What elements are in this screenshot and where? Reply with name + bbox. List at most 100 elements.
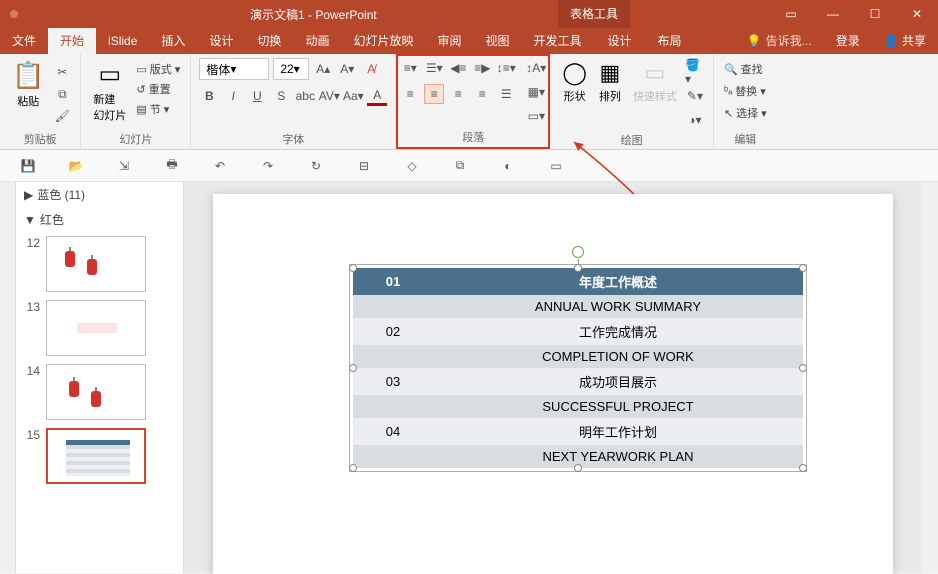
resize-handle[interactable] (799, 464, 807, 472)
bullets-icon[interactable]: ≡▾ (400, 58, 420, 78)
justify-icon[interactable]: ≡ (472, 84, 492, 104)
group-icon[interactable]: ⧉ (450, 156, 470, 176)
tab-table-design[interactable]: 设计 (594, 28, 646, 54)
align-center-icon[interactable]: ≡ (424, 84, 444, 104)
format-painter-icon[interactable]: 🖌 (52, 106, 72, 126)
clear-format-icon[interactable]: A̸ (361, 59, 381, 79)
resize-handle[interactable] (574, 464, 582, 472)
print-icon[interactable]: 🖶 (162, 156, 182, 176)
login-button[interactable]: 登录 (824, 28, 872, 54)
reset-button[interactable]: ↺ 重置 (134, 80, 182, 98)
bold-icon[interactable]: B (199, 86, 219, 106)
thumb-14[interactable]: 14 (16, 360, 183, 424)
strike-icon[interactable]: S (271, 86, 291, 106)
align-icon[interactable]: ⊟ (354, 156, 374, 176)
shape-effects-icon[interactable]: ◑▾ (685, 110, 705, 130)
spacing-icon[interactable]: AV▾ (319, 86, 339, 106)
align-left-icon[interactable]: ≡ (400, 84, 420, 104)
thumb-15[interactable]: 15 (16, 424, 183, 488)
group-slides: ▭ 新建 幻灯片 ▭ 版式 ▾ ↺ 重置 ▤ 节 ▾ 幻灯片 (81, 54, 191, 149)
line-spacing-icon[interactable]: ↕≡▾ (496, 58, 516, 78)
grow-font-icon[interactable]: A▴ (313, 59, 333, 79)
tab-review[interactable]: 审阅 (425, 28, 473, 54)
undo-icon[interactable]: ↶ (210, 156, 230, 176)
scroll-gutter[interactable] (0, 182, 16, 573)
section-button[interactable]: ▤ 节 ▾ (134, 100, 182, 118)
find-button[interactable]: 🔍 查找 (722, 60, 769, 78)
thumb-13[interactable]: 13 (16, 296, 183, 360)
shape-icon[interactable]: ◇ (402, 156, 422, 176)
sync-icon[interactable]: ↻ (306, 156, 326, 176)
tab-view[interactable]: 视图 (473, 28, 521, 54)
resize-handle[interactable] (574, 264, 582, 272)
minimize-icon[interactable]: ― (812, 0, 854, 28)
select-button[interactable]: ↖ 选择 ▾ (722, 104, 769, 122)
tab-islide[interactable]: iSlide (96, 28, 149, 54)
ribbon-options-icon[interactable]: ▭ (770, 0, 812, 28)
tab-home[interactable]: 开始 (48, 28, 96, 54)
more-icon[interactable]: ▭ (546, 156, 566, 176)
section-red[interactable]: ▼ 红色 (16, 207, 183, 232)
indent-increase-icon[interactable]: ≡▶ (472, 58, 492, 78)
tab-animations[interactable]: 动画 (293, 28, 341, 54)
smartart-icon[interactable]: ▭▾ (526, 106, 546, 126)
tab-file[interactable]: 文件 (0, 28, 48, 54)
font-name-select[interactable]: 楷体 ▾ (199, 58, 269, 80)
resize-handle[interactable] (799, 364, 807, 372)
new-slide-icon: ▭ (99, 60, 122, 89)
new-slide-button[interactable]: ▭ 新建 幻灯片 (89, 58, 130, 125)
open-icon[interactable]: 📂 (66, 156, 86, 176)
align-right-icon[interactable]: ≡ (448, 84, 468, 104)
ribbon: 📋 粘贴 ✂ ⧉ 🖌 剪贴板 ▭ 新建 幻灯片 ▭ 版式 ▾ ↺ 重置 ▤ 节 … (0, 54, 938, 150)
replace-button[interactable]: ᵇₐ 替换 ▾ (722, 82, 769, 100)
arrange-button[interactable]: ▦排列 (595, 58, 625, 106)
scroll-gutter[interactable] (922, 182, 938, 573)
thumb-12[interactable]: 12 (16, 232, 183, 296)
shape-fill-icon[interactable]: 🪣▾ (685, 62, 705, 82)
maximize-icon[interactable]: ☐ (854, 0, 896, 28)
indent-decrease-icon[interactable]: ◀≡ (448, 58, 468, 78)
shrink-font-icon[interactable]: A▾ (337, 59, 357, 79)
layout-button[interactable]: ▭ 版式 ▾ (134, 60, 182, 78)
group-label: 字体 (199, 129, 387, 147)
tab-transitions[interactable]: 切换 (245, 28, 293, 54)
shape-outline-icon[interactable]: ✎▾ (685, 86, 705, 106)
font-color-icon[interactable]: A (367, 86, 387, 106)
numbering-icon[interactable]: ☰▾ (424, 58, 444, 78)
align-text-icon[interactable]: ▦▾ (526, 82, 546, 102)
cut-icon[interactable]: ✂ (52, 62, 72, 82)
resize-handle[interactable] (349, 264, 357, 272)
text-direction-icon[interactable]: ↕A▾ (526, 58, 546, 78)
resize-handle[interactable] (799, 264, 807, 272)
case-icon[interactable]: Aa▾ (343, 86, 363, 106)
tab-design[interactable]: 设计 (197, 28, 245, 54)
quick-styles-button[interactable]: ▭快速样式 (629, 58, 681, 106)
font-size-select[interactable]: 22 ▾ (273, 58, 309, 80)
slide-canvas[interactable]: 快速对齐 01年度工作概述 ANNUAL WORK SUMMARY 02工作完成… (184, 182, 922, 573)
redo-icon[interactable]: ↷ (258, 156, 278, 176)
rotate-handle[interactable] (572, 246, 584, 258)
section-blue[interactable]: ▶ 蓝色 (11) (16, 182, 183, 207)
underline-icon[interactable]: U (247, 86, 267, 106)
menu-bar: 文件 开始 iSlide 插入 设计 切换 动画 幻灯片放映 审阅 视图 开发工… (0, 28, 938, 54)
save-icon[interactable]: 💾 (18, 156, 38, 176)
slide: 01年度工作概述 ANNUAL WORK SUMMARY 02工作完成情况 CO… (213, 194, 893, 574)
table-object[interactable]: 01年度工作概述 ANNUAL WORK SUMMARY 02工作完成情况 CO… (353, 268, 803, 468)
close-icon[interactable]: ✕ (896, 0, 938, 28)
resize-handle[interactable] (349, 464, 357, 472)
another-icon[interactable]: ⇲ (114, 156, 134, 176)
tell-me[interactable]: 💡 告诉我... (735, 28, 824, 54)
italic-icon[interactable]: I (223, 86, 243, 106)
paste-button[interactable]: 📋 粘贴 (8, 58, 48, 111)
share-button[interactable]: 👤 共享 (872, 28, 938, 54)
tab-developer[interactable]: 开发工具 (522, 28, 594, 54)
shapes-button[interactable]: ◯形状 (558, 58, 591, 106)
quick-align-icon[interactable]: ◐ (498, 156, 518, 176)
tab-slideshow[interactable]: 幻灯片放映 (341, 28, 425, 54)
resize-handle[interactable] (349, 364, 357, 372)
tab-insert[interactable]: 插入 (149, 28, 197, 54)
tab-table-layout[interactable]: 布局 (646, 28, 694, 54)
copy-icon[interactable]: ⧉ (52, 84, 72, 104)
distribute-icon[interactable]: ☰ (496, 84, 516, 104)
shadow-icon[interactable]: abc (295, 86, 315, 106)
